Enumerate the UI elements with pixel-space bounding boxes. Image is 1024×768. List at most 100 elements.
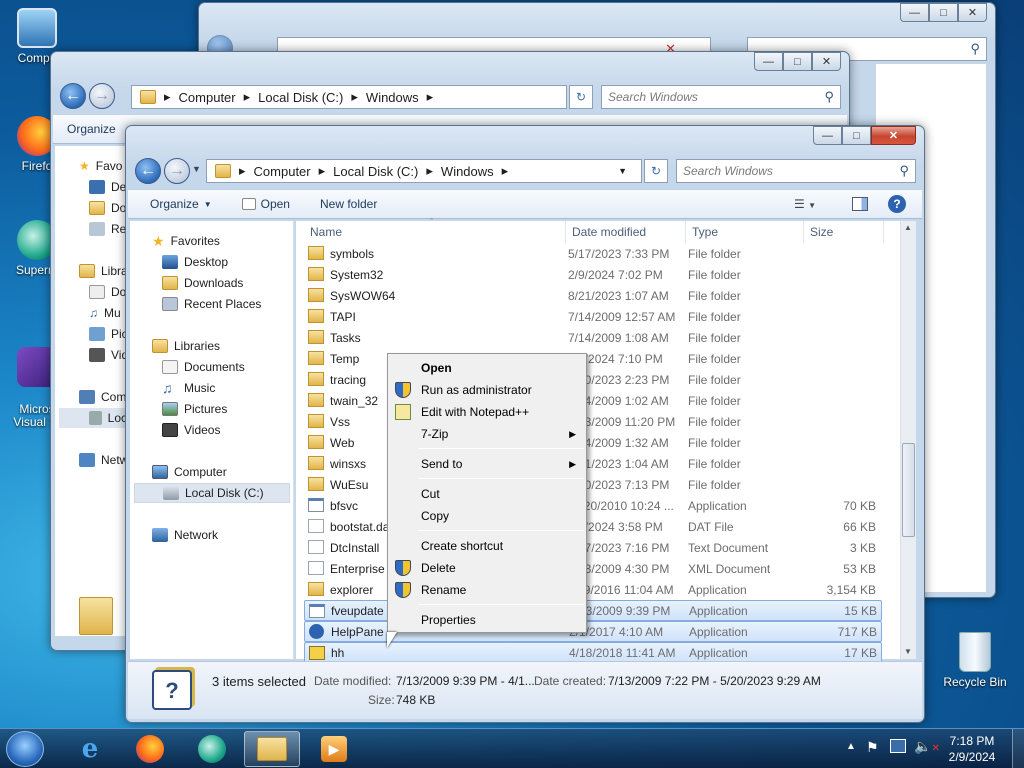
show-desktop-button[interactable]: [1012, 729, 1024, 768]
show-hidden-icons-button[interactable]: ▲: [846, 741, 856, 752]
taskbar-supermium[interactable]: [184, 731, 240, 767]
file-row[interactable]: Tasks 7/14/2009 1:08 AM File folder: [304, 327, 882, 348]
nav-local-disk[interactable]: Loc: [59, 408, 127, 428]
menu-item-create-shortcut[interactable]: Create shortcut: [388, 535, 586, 557]
volume-muted-icon[interactable]: 🔈✕: [914, 738, 940, 755]
file-row[interactable]: System32 2/9/2024 7:02 PM File folder: [304, 264, 882, 285]
menu-item-open[interactable]: Open: [388, 357, 586, 379]
new-folder-button[interactable]: New folder: [320, 197, 377, 211]
minimize-button[interactable]: —: [900, 3, 929, 22]
search-box[interactable]: Search Windows ⚲: [676, 159, 916, 183]
nav-music[interactable]: ♫ Mu: [89, 303, 121, 323]
file-type: File folder: [688, 330, 741, 345]
column-header-size[interactable]: Size: [804, 221, 884, 243]
nav-videos[interactable]: Videos: [162, 420, 220, 440]
address-dropdown-icon[interactable]: ▼: [618, 166, 627, 176]
menu-item-cut[interactable]: Cut: [388, 483, 586, 505]
menu-item-7-zip[interactable]: 7-Zip ▶: [388, 423, 586, 445]
menu-item-send-to[interactable]: Send to ▶: [388, 453, 586, 475]
column-header-date[interactable]: Date modified: [566, 221, 686, 243]
nav-desktop[interactable]: Desktop: [162, 252, 228, 272]
start-orb-icon[interactable]: [6, 731, 44, 767]
taskbar-windows-explorer[interactable]: [244, 731, 300, 767]
clock[interactable]: 7:18 PM 2/9/2024: [940, 733, 1004, 765]
menu-item-copy[interactable]: Copy: [388, 505, 586, 527]
maximize-button[interactable]: □: [929, 3, 958, 22]
minimize-button[interactable]: —: [813, 126, 842, 145]
menu-item-delete[interactable]: Delete: [388, 557, 586, 579]
nav-libraries[interactable]: Libra: [79, 261, 128, 281]
back-button[interactable]: ←: [135, 158, 161, 184]
nav-pictures[interactable]: Pic: [89, 324, 128, 344]
column-header-name[interactable]: Name: [304, 221, 566, 243]
file-size: 3 KB: [849, 540, 876, 555]
minimize-button[interactable]: —: [754, 52, 783, 71]
breadcrumb-item[interactable]: Local Disk (C:): [258, 90, 343, 105]
nav-favorites[interactable]: ★ Favo: [79, 156, 122, 176]
scroll-down-arrow[interactable]: ▼: [904, 647, 912, 656]
menu-item-edit-with-notepad[interactable]: Edit with Notepad++: [388, 401, 586, 423]
back-button[interactable]: ←: [60, 83, 86, 109]
nav-downloads[interactable]: Downloads: [162, 273, 243, 293]
close-button[interactable]: ✕: [958, 3, 987, 22]
file-row[interactable]: SysWOW64 8/21/2023 1:07 AM File folder: [304, 285, 882, 306]
nav-documents[interactable]: Do: [89, 282, 126, 302]
breadcrumb-separator: ▸: [501, 163, 509, 178]
file-row[interactable]: TAPI 7/14/2009 12:57 AM File folder: [304, 306, 882, 327]
breadcrumb-item[interactable]: Windows: [366, 90, 419, 105]
taskbar-internet-explorer[interactable]: e: [62, 731, 118, 767]
address-bar[interactable]: ▸ Computer ▸ Local Disk (C:) ▸ Windows ▸: [131, 85, 567, 109]
nav-network[interactable]: Netw: [79, 450, 128, 470]
network-tray-icon[interactable]: [890, 739, 906, 753]
column-header-type[interactable]: Type: [686, 221, 804, 243]
organize-button[interactable]: Organize ▼: [150, 197, 212, 211]
desktop-icon-label: Recycle Bin: [943, 675, 1007, 689]
nav-computer[interactable]: Com: [79, 387, 126, 407]
forward-button[interactable]: →: [89, 83, 115, 109]
forward-button[interactable]: →: [164, 158, 190, 184]
menu-item-run-as-administrator[interactable]: Run as administrator: [388, 379, 586, 401]
menu-item-label: Send to: [421, 457, 463, 471]
close-button[interactable]: ✕: [871, 126, 916, 145]
refresh-button[interactable]: ↻: [644, 159, 668, 183]
file-name: TAPI: [330, 309, 356, 324]
maximize-button[interactable]: □: [842, 126, 871, 145]
breadcrumb-item[interactable]: Computer: [179, 90, 236, 105]
address-bar[interactable]: ▸ Computer ▸ Local Disk (C:) ▸ Windows ▸…: [206, 159, 642, 183]
nav-libraries[interactable]: Libraries: [152, 336, 220, 356]
maximize-button[interactable]: □: [783, 52, 812, 71]
menu-item-properties[interactable]: Properties: [388, 609, 586, 631]
scrollbar-thumb[interactable]: [902, 443, 915, 537]
breadcrumb-item[interactable]: Windows: [441, 164, 494, 179]
search-box[interactable]: Search Windows ⚲: [601, 85, 841, 109]
nav-music[interactable]: ♫ Music: [162, 378, 215, 398]
taskbar-firefox[interactable]: [122, 731, 178, 767]
nav-network[interactable]: Network: [152, 525, 218, 545]
nav-local-disk[interactable]: Local Disk (C:): [134, 483, 290, 503]
desktop-icon: [162, 255, 178, 269]
breadcrumb-item[interactable]: Local Disk (C:): [333, 164, 418, 179]
action-center-flag-icon[interactable]: ⚑: [866, 739, 879, 756]
nav-pictures[interactable]: Pictures: [162, 399, 227, 419]
nav-computer[interactable]: Computer: [152, 462, 227, 482]
view-options-button[interactable]: ☰ ▼: [794, 197, 816, 211]
nav-favorites[interactable]: ★ Favorites: [152, 231, 220, 251]
scroll-up-arrow[interactable]: ▲: [904, 223, 912, 232]
nav-documents[interactable]: Documents: [162, 357, 245, 377]
breadcrumb-separator: ▸: [164, 89, 171, 104]
nav-videos[interactable]: Vid: [89, 345, 128, 365]
open-button[interactable]: Open: [241, 197, 290, 211]
vertical-scrollbar[interactable]: ▲ ▼: [900, 221, 916, 659]
breadcrumb-item[interactable]: Computer: [254, 164, 311, 179]
file-row[interactable]: symbols 5/17/2023 7:33 PM File folder: [304, 243, 882, 264]
preview-pane-button[interactable]: [852, 197, 868, 211]
organize-button[interactable]: Organize: [67, 122, 116, 136]
close-button[interactable]: ✕: [812, 52, 841, 71]
recent-pages-dropdown[interactable]: ▼: [192, 164, 201, 174]
menu-item-rename[interactable]: Rename: [388, 579, 586, 601]
taskbar-media-player[interactable]: ▶: [306, 731, 362, 767]
nav-recent-places[interactable]: Recent Places: [162, 294, 261, 314]
help-button[interactable]: ?: [888, 195, 906, 213]
refresh-button[interactable]: ↻: [569, 85, 593, 109]
desktop-icon-recycle-bin[interactable]: Recycle Bin: [940, 632, 1010, 689]
